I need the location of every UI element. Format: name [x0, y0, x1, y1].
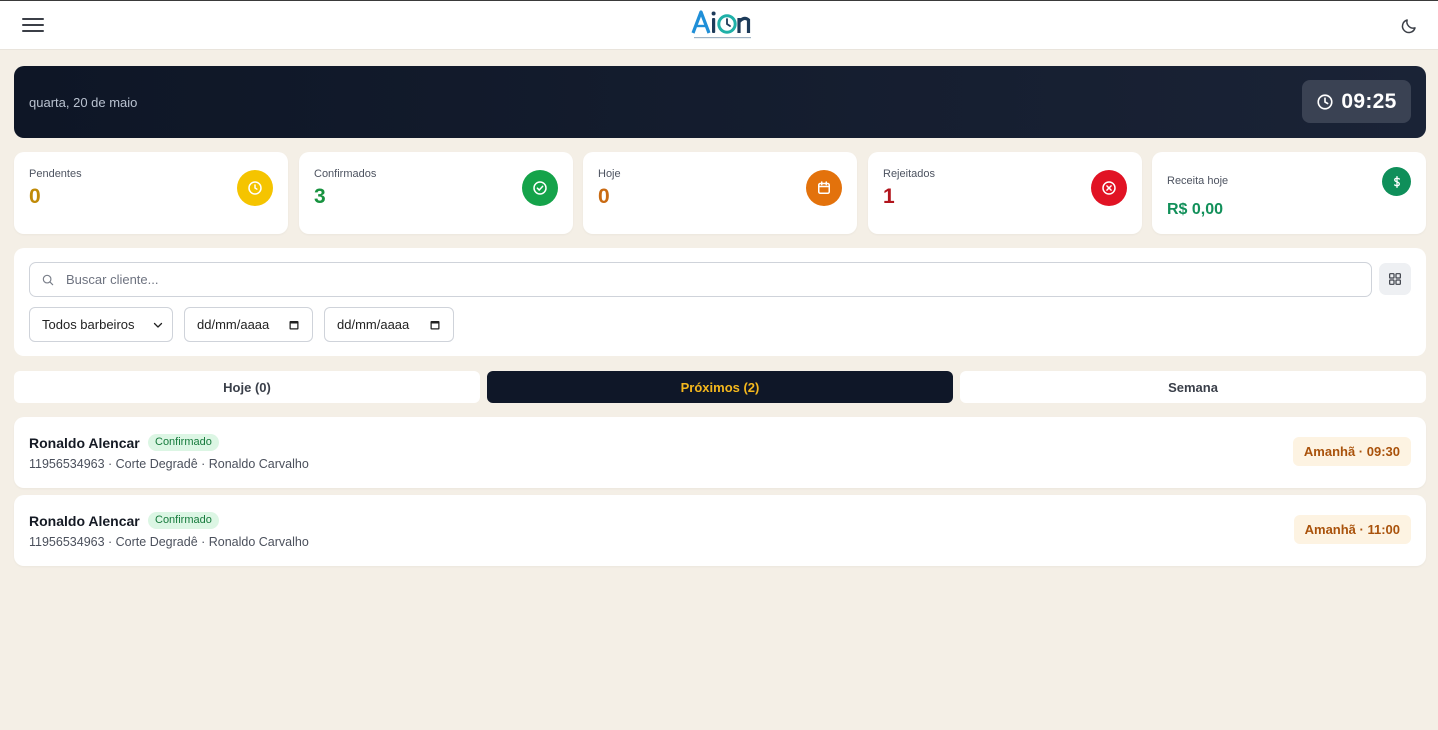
clock-icon	[1317, 93, 1333, 110]
stat-card-confirmed[interactable]: Confirmados 3	[299, 152, 573, 234]
stat-label: Receita hoje	[1167, 175, 1229, 187]
status-badge: Confirmado	[148, 434, 219, 451]
appointment-time: Amanhã · 09:30	[1292, 437, 1411, 466]
client-name: Ronaldo Alencar	[29, 513, 140, 529]
appointment-card[interactable]: Ronaldo Alencar Confirmado 11956534963 ·…	[14, 495, 1426, 566]
hamburger-icon[interactable]	[22, 15, 44, 37]
tab-week[interactable]: Semana	[960, 371, 1426, 403]
barber-select[interactable]: Todos barbeiros	[29, 307, 173, 342]
current-time: 09:25	[1341, 89, 1397, 113]
appointment-details: 11956534963 · Corte Degradê · Ronaldo Ca…	[29, 457, 309, 471]
stat-label: Confirmados	[314, 168, 377, 180]
clock-icon	[237, 170, 273, 206]
stat-card-today[interactable]: Hoje 0	[583, 152, 857, 234]
chevron-down-icon	[153, 322, 163, 328]
appointment-details: 11956534963 · Corte Degradê · Ronaldo Ca…	[29, 535, 309, 549]
stat-value: 0	[29, 185, 41, 208]
date-to-input[interactable]: dd/mm/aaaa	[324, 307, 454, 342]
current-date: quarta, 20 de maio	[29, 95, 138, 110]
date-from-input[interactable]: dd/mm/aaaa	[184, 307, 313, 342]
stat-value: 0	[598, 185, 610, 208]
calendar-icon[interactable]	[429, 319, 441, 331]
appointment-time: Amanhã · 11:00	[1293, 515, 1411, 544]
moon-icon[interactable]	[1400, 17, 1418, 35]
stat-label: Hoje	[598, 168, 621, 180]
x-circle-icon	[1091, 170, 1127, 206]
stat-value: R$ 0,00	[1167, 201, 1224, 218]
search-input[interactable]	[66, 263, 1356, 296]
filters-panel: Todos barbeiros dd/mm/aaaa dd/mm/aaaa	[14, 248, 1426, 356]
check-circle-icon	[522, 170, 558, 206]
view-tabs: Hoje (0) Próximos (2) Semana	[14, 371, 1426, 403]
search-box[interactable]	[29, 262, 1372, 297]
status-badge: Confirmado	[148, 512, 219, 529]
tab-today[interactable]: Hoje (0)	[14, 371, 480, 403]
dollar-icon	[1382, 167, 1411, 196]
stat-label: Pendentes	[29, 168, 82, 180]
appointment-card[interactable]: Ronaldo Alencar Confirmado 11956534963 ·…	[14, 417, 1426, 488]
stat-card-pending[interactable]: Pendentes 0	[14, 152, 288, 234]
stat-card-rejected[interactable]: Rejeitados 1	[868, 152, 1142, 234]
stat-value: 3	[314, 185, 326, 208]
calendar-icon	[806, 170, 842, 206]
stat-card-revenue[interactable]: Receita hoje R$ 0,00	[1152, 152, 1426, 234]
stat-label: Rejeitados	[883, 168, 935, 180]
grid-icon	[1389, 273, 1401, 285]
tab-upcoming[interactable]: Próximos (2)	[487, 371, 953, 403]
date-from-value: dd/mm/aaaa	[197, 317, 270, 332]
search-icon	[42, 274, 54, 286]
client-name: Ronaldo Alencar	[29, 435, 140, 451]
grid-view-button[interactable]	[1379, 263, 1411, 295]
barber-select-value: Todos barbeiros	[42, 317, 135, 332]
clock-display: 09:25	[1302, 80, 1411, 123]
top-bar	[0, 0, 1438, 50]
stats-row: Pendentes 0 Confirmados 3 Hoje 0 Rejeita…	[14, 152, 1426, 234]
calendar-icon[interactable]	[288, 319, 300, 331]
date-to-value: dd/mm/aaaa	[337, 317, 410, 332]
app-logo[interactable]	[690, 7, 756, 41]
stat-value: 1	[883, 185, 895, 208]
date-time-banner: quarta, 20 de maio 09:25	[14, 66, 1426, 138]
